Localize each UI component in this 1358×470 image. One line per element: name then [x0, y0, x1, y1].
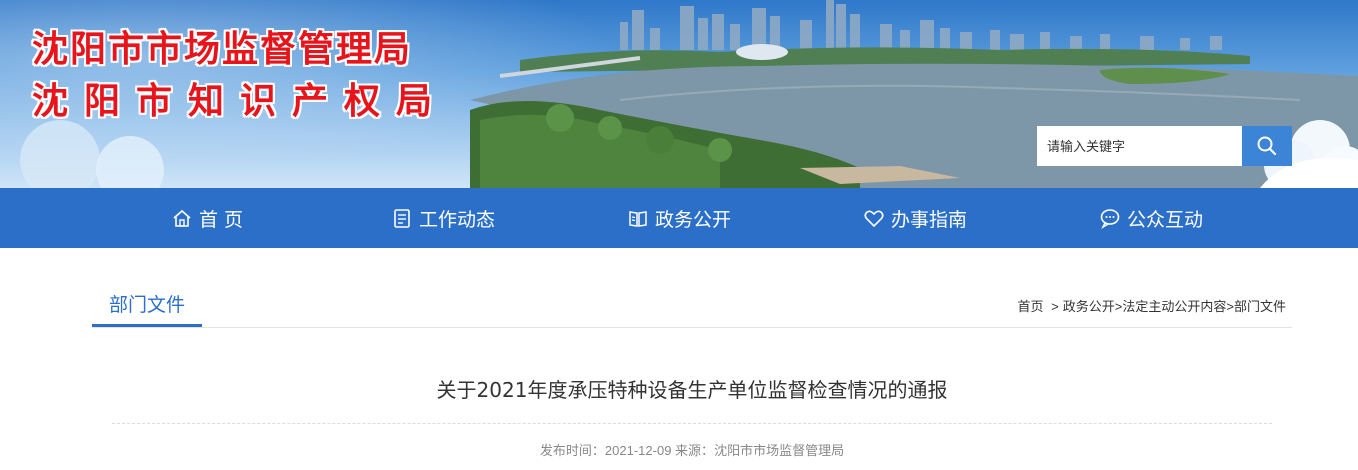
article-meta: 发布时间：2021-12-09 来源：沈阳市市场监督管理局 — [0, 440, 1358, 459]
nav-item-gov-affairs[interactable]: 政务公开 — [561, 188, 797, 248]
breadcrumb-separator: > — [1226, 299, 1234, 314]
breadcrumb-dept-documents[interactable]: 部门文件 — [1234, 299, 1286, 314]
breadcrumb-gov-affairs[interactable]: 政务公开 — [1063, 299, 1115, 314]
source-value: 沈阳市市场监督管理局 — [714, 443, 845, 458]
header-banner: 沈阳市市场监督管理局 沈阳市知识产权局 — [0, 0, 1358, 188]
site-title-line1: 沈阳市市场监督管理局 — [32, 29, 413, 70]
book-icon — [629, 211, 647, 227]
breadcrumb-home[interactable]: 首页 — [1018, 299, 1044, 314]
section-header: 部门文件 首页 > 政务公开>法定主动公开内容>部门文件 — [92, 283, 1292, 328]
nav-label-home: 首 页 — [198, 208, 244, 231]
search-input[interactable] — [1037, 126, 1242, 166]
search-bar — [1037, 126, 1292, 166]
nav-label-public-interaction: 公众互动 — [1126, 208, 1203, 231]
nav-label-work-news: 工作动态 — [418, 208, 495, 231]
document-icon — [394, 209, 410, 228]
publish-label: 发布时间： — [539, 443, 605, 458]
home-icon — [173, 209, 191, 227]
title-divider — [112, 423, 1272, 424]
nav-label-gov-affairs: 政务公开 — [654, 208, 731, 231]
nav-item-work-news[interactable]: 工作动态 — [325, 188, 561, 248]
section-title: 部门文件 — [92, 283, 202, 327]
chat-icon — [1100, 209, 1120, 229]
breadcrumb-statutory-disclosure[interactable]: 法定主动公开内容 — [1122, 299, 1226, 314]
main-nav: 首 页 工作动态 政务公开 办事指南 公众互动 — [0, 188, 1358, 248]
nav-item-service-guide[interactable]: 办事指南 — [797, 188, 1033, 248]
heart-icon — [864, 210, 884, 228]
nav-item-public-interaction[interactable]: 公众互动 — [1033, 188, 1269, 248]
site-title-line2: 沈阳市知识产权局 — [32, 81, 449, 122]
breadcrumb-separator: > — [1051, 299, 1059, 314]
publish-date: 2021-12-09 — [604, 443, 672, 458]
breadcrumb: 首页 > 政务公开>法定主动公开内容>部门文件 — [1018, 296, 1286, 315]
nav-item-home[interactable]: 首 页 — [89, 188, 325, 248]
nav-label-service-guide: 办事指南 — [890, 208, 967, 231]
search-button[interactable] — [1242, 126, 1292, 166]
search-icon — [1257, 136, 1277, 156]
article-title: 关于2021年度承压特种设备生产单位监督检查情况的通报 — [436, 378, 948, 402]
source-label: 来源： — [675, 443, 715, 458]
